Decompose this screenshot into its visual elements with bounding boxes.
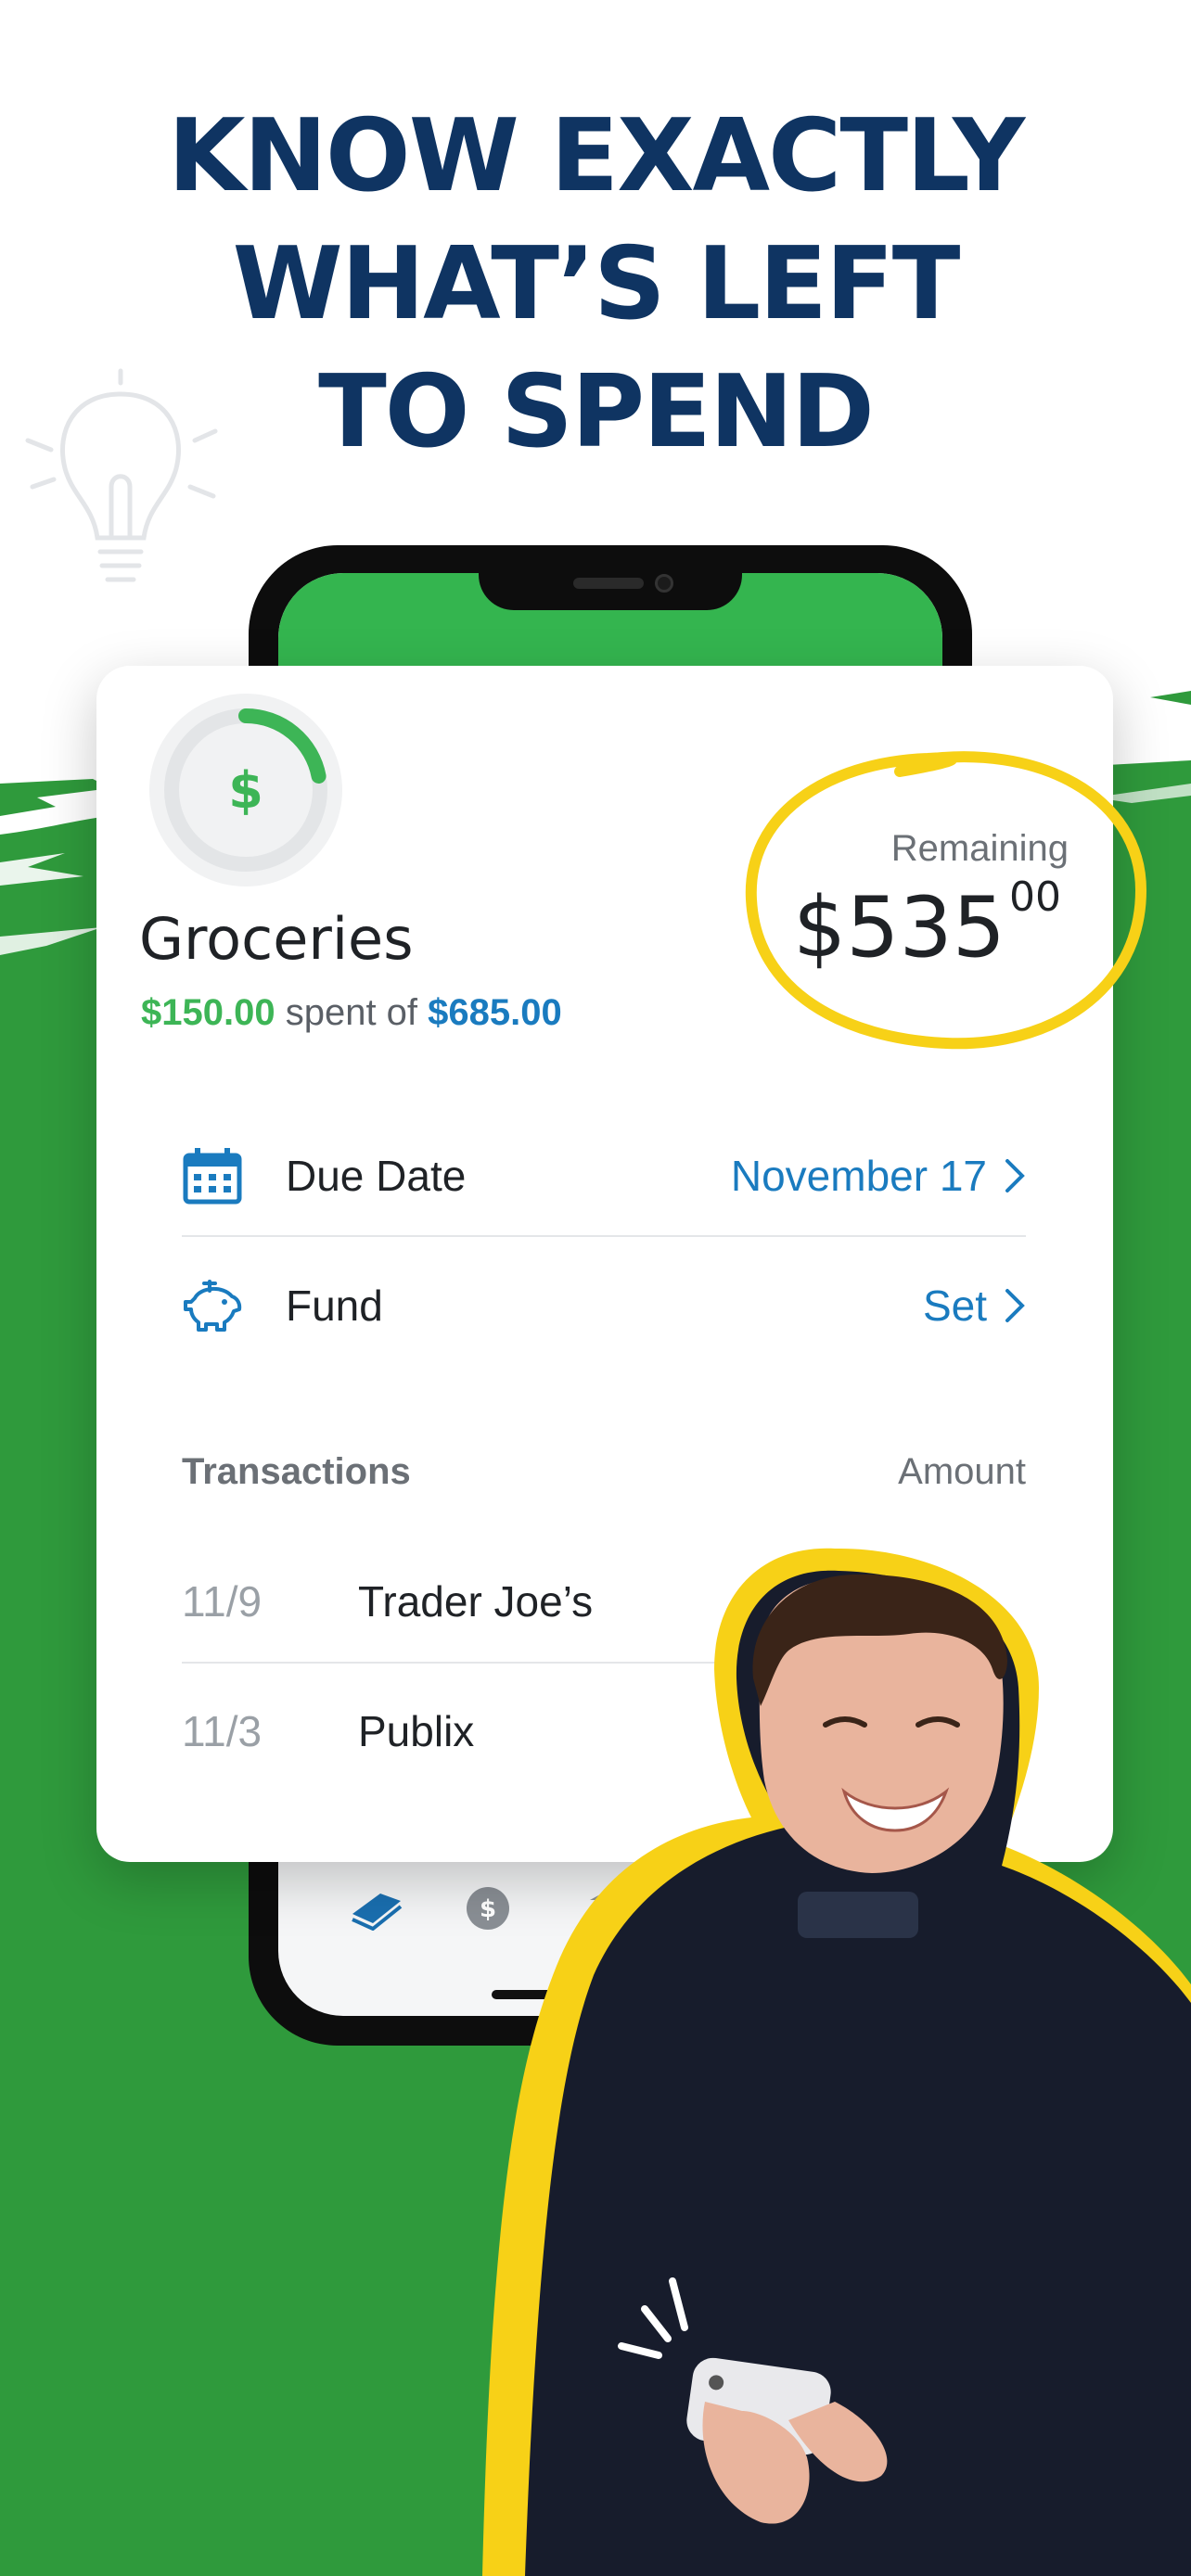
due-date-label: Due Date bbox=[286, 1152, 467, 1200]
remaining-amount: $53500 bbox=[793, 874, 1061, 976]
budget-icon bbox=[352, 1894, 403, 1931]
phone-camera bbox=[655, 574, 673, 593]
lightbulb-doodle-icon bbox=[25, 368, 218, 582]
chevron-right-icon bbox=[1005, 1159, 1025, 1192]
fund-label: Fund bbox=[286, 1282, 383, 1330]
dollar-icon: $ bbox=[228, 761, 263, 820]
transaction-date: 11/9 bbox=[182, 1577, 263, 1626]
planned-amount: $685.00 bbox=[428, 992, 562, 1033]
category-title: Groceries bbox=[139, 905, 414, 973]
fund-row[interactable]: Fund Set bbox=[182, 1259, 1026, 1352]
spent-summary: $150.00 spent of $685.00 bbox=[141, 992, 562, 1034]
amount-header: Amount bbox=[898, 1451, 1026, 1492]
transaction-name[interactable]: Publix bbox=[358, 1706, 474, 1756]
piggy-bank-icon bbox=[184, 1280, 242, 1332]
row-divider bbox=[182, 1235, 1026, 1237]
spent-of-text: spent of bbox=[275, 992, 429, 1033]
due-date-row[interactable]: Due Date November 17 bbox=[182, 1129, 1026, 1222]
headline-line-2: WHAT’S LEFT bbox=[232, 226, 961, 342]
due-date-value: November 17 bbox=[730, 1152, 987, 1200]
smiling-man-photo bbox=[482, 1548, 1191, 2576]
spent-amount: $150.00 bbox=[141, 992, 275, 1033]
headline-line-1: KNOW EXACTLY bbox=[167, 98, 1025, 214]
transactions-header: Transactions bbox=[182, 1451, 411, 1492]
chevron-right-icon bbox=[1005, 1289, 1025, 1322]
remaining-label: Remaining bbox=[890, 828, 1069, 869]
transaction-date: 11/3 bbox=[182, 1707, 263, 1755]
phone-speaker bbox=[573, 578, 644, 589]
fund-value: Set bbox=[922, 1282, 987, 1330]
tab-budget[interactable] bbox=[349, 1882, 404, 1934]
progress-ring: $ bbox=[149, 694, 342, 886]
remaining-cents: 00 bbox=[1009, 874, 1062, 921]
remaining-dollars: $535 bbox=[793, 879, 1006, 976]
phone-notch bbox=[479, 567, 742, 610]
calendar-icon bbox=[183, 1148, 242, 1205]
